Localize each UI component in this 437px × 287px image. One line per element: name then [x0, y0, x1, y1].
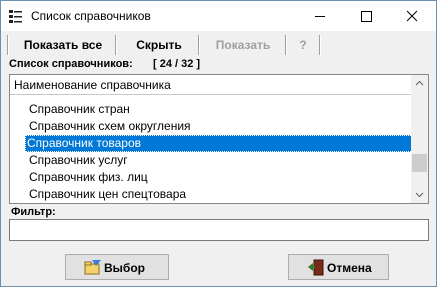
maximize-icon — [361, 11, 372, 22]
toolbar: Показать все Скрыть Показать ? — [1, 31, 436, 58]
list-caption: Список справочников: — [9, 58, 133, 70]
minimize-button[interactable] — [297, 1, 343, 31]
scroll-down-button[interactable] — [411, 186, 428, 203]
help-button[interactable]: ? — [291, 34, 315, 56]
vertical-scrollbar[interactable] — [411, 75, 428, 203]
hide-button[interactable]: Скрыть — [121, 34, 197, 56]
scroll-up-button[interactable] — [411, 75, 428, 92]
scrollbar-thumb[interactable] — [412, 154, 427, 172]
window-title: Список справочников — [31, 9, 151, 23]
close-icon — [406, 10, 418, 22]
select-button-label: Выбор — [104, 261, 145, 275]
folder-select-icon — [84, 260, 101, 275]
chevron-up-icon — [415, 80, 424, 86]
toolbar-separator — [319, 35, 321, 55]
cancel-button-label: Отмена — [327, 261, 372, 275]
show-button[interactable]: Показать — [204, 34, 282, 56]
list-item-label: Справочник услуг — [29, 153, 128, 167]
list-item-label: Справочник цен спецтовара — [29, 187, 187, 201]
minimize-icon — [315, 16, 325, 17]
dictionary-list[interactable]: Наименование справочника Справочник стра… — [9, 74, 429, 204]
close-button[interactable] — [389, 1, 435, 31]
show-all-button[interactable]: Показать все — [13, 34, 113, 56]
filter-input[interactable] — [9, 219, 429, 241]
list-item-label: Справочник схем округления — [29, 119, 191, 133]
dialog-window: Список справочников Показать все Скрыть … — [0, 0, 437, 287]
list-item-selected[interactable]: Справочник товаров — [10, 135, 415, 152]
maximize-button[interactable] — [343, 1, 389, 31]
filter-label: Фильтр: — [11, 206, 56, 218]
list-item-label: Справочник физ. лиц — [29, 170, 148, 184]
chevron-down-icon — [415, 192, 424, 198]
toolbar-separator — [285, 35, 287, 55]
list-counter: [ 24 / 32 ] — [153, 58, 201, 70]
toolbar-separator — [7, 35, 9, 55]
list-item[interactable]: Справочник стран — [10, 101, 415, 118]
list-item[interactable]: Справочник физ. лиц — [10, 169, 415, 186]
select-button[interactable]: Выбор — [65, 254, 169, 280]
toolbar-separator — [198, 35, 200, 55]
toolbar-separator — [115, 35, 117, 55]
list-item[interactable]: Справочник схем округления — [10, 118, 415, 135]
list-item-label: Справочник товаров — [25, 135, 415, 152]
title-bar[interactable]: Список справочников — [1, 1, 436, 31]
cancel-button[interactable]: Отмена — [288, 254, 389, 280]
list-item[interactable]: Справочник услуг — [10, 152, 415, 169]
list-item-label: Справочник стран — [29, 102, 130, 116]
column-header-label: Наименование справочника — [14, 78, 171, 92]
app-icon — [9, 10, 22, 23]
list-rows: Справочник стран Справочник схем округле… — [10, 101, 415, 203]
column-header[interactable]: Наименование справочника — [10, 75, 415, 95]
list-item[interactable]: Справочник цен спецтовара — [10, 186, 415, 203]
exit-door-icon — [308, 259, 324, 276]
